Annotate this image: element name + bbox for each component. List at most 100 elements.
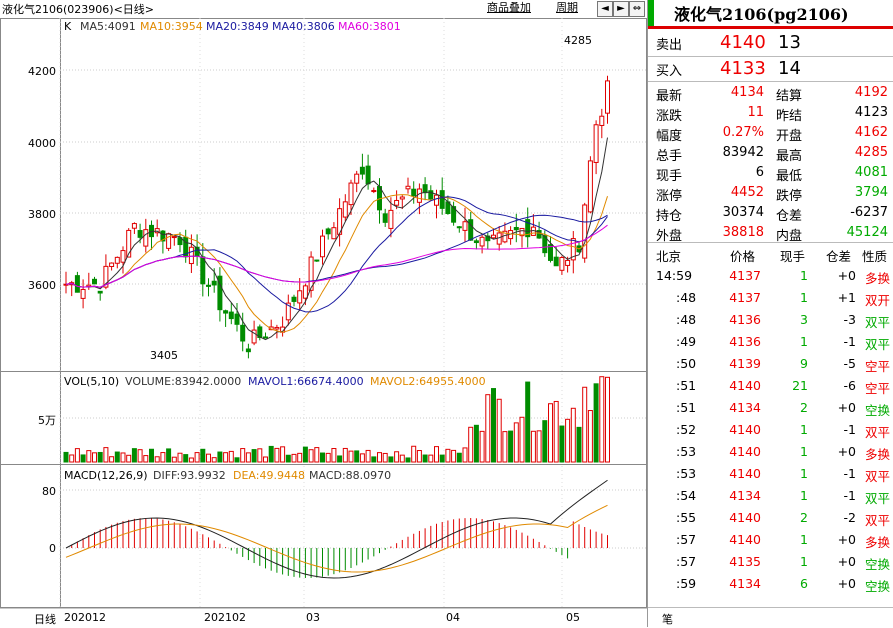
stat-row: 现手 6 最低 4081 [648, 163, 893, 184]
candle-body [354, 173, 360, 184]
tick-volume: 1 [800, 554, 808, 569]
candle-body [513, 227, 519, 231]
candle-body [382, 213, 388, 223]
volume-bar [103, 447, 109, 463]
vol-axis-label: 5万 [38, 414, 56, 427]
stat-value: 4452 [730, 185, 764, 200]
candle-body [416, 188, 422, 203]
tick-row[interactable]: 14:59 4137 1 +0 多换 [648, 265, 893, 287]
candle-body [587, 160, 593, 213]
stat-label: 持仓 [656, 209, 683, 224]
tick-row[interactable]: :51 4140 21 -6 空平 [648, 375, 893, 397]
volume-bar [280, 446, 286, 463]
stat-label: 仓差 [776, 209, 803, 224]
volume-bar [434, 446, 439, 463]
candle-body [297, 290, 303, 304]
macd-value: MACD:88.0970 [309, 469, 391, 482]
tick-type: 多换 [864, 447, 890, 462]
volume-bar [525, 381, 531, 463]
volume-bar [177, 452, 183, 463]
nav-right-icon[interactable]: ► [613, 1, 629, 17]
candle-body [399, 196, 405, 200]
quote-panel: 液化气2106(pg2106) 卖出 4140 13 买入 4133 14 最新… [647, 0, 893, 627]
candle-body [240, 324, 246, 342]
tick-time: :52 [676, 422, 697, 437]
tick-volume: 1 [800, 466, 808, 481]
buy-price: 4133 [720, 58, 766, 79]
stat-row: 幅度 0.27% 开盘 4162 [648, 123, 893, 144]
period-label[interactable]: 日线 [34, 611, 56, 627]
candle-body [171, 236, 177, 239]
volume-bar [605, 376, 610, 463]
tick-row[interactable]: :52 4140 1 -1 双平 [648, 419, 893, 441]
candle-body [188, 246, 194, 265]
tick-row[interactable]: :55 4140 2 -2 双平 [648, 507, 893, 529]
volume-bar [485, 394, 491, 463]
tick-volume: 2 [800, 510, 808, 525]
nav-left-icon[interactable]: ◄ [597, 1, 613, 17]
stat-label: 涨停 [656, 189, 683, 204]
tick-type: 双平 [864, 315, 890, 330]
tick-row[interactable]: :50 4139 9 -5 空平 [648, 353, 893, 375]
candle-body [388, 209, 394, 229]
candle-body [234, 313, 240, 325]
overlay-commodity-button[interactable]: 商品叠加 [484, 0, 534, 16]
stat-label: 最低 [776, 169, 803, 184]
tick-row[interactable]: :57 4140 1 +0 多换 [648, 529, 893, 551]
stat-value: 6 [755, 165, 764, 180]
tick-time: :57 [676, 532, 697, 547]
candle-body [434, 194, 439, 206]
tick-time: :48 [676, 312, 697, 327]
volume-bar [439, 454, 445, 463]
chart-canvas[interactable]: K MA5:4091 MA10:3954 MA20:3849 MA40:3806… [0, 18, 647, 608]
volume-bar [377, 452, 382, 463]
tick-type: 空换 [864, 579, 890, 594]
tick-oi-change: -2 [843, 510, 856, 525]
stat-value: 4162 [854, 125, 888, 140]
tick-price: 4134 [729, 488, 761, 503]
candle-body [605, 80, 610, 114]
tick-row[interactable]: :51 4134 2 +0 空换 [648, 397, 893, 419]
volume-bar [92, 452, 97, 463]
tick-time: :54 [676, 488, 697, 503]
volume-bar [331, 448, 337, 463]
volume-bar [479, 430, 485, 463]
volume-bar [462, 447, 468, 463]
candle-body [325, 228, 331, 235]
volume-bar [126, 454, 132, 463]
volume-bar [251, 449, 257, 463]
tick-row[interactable]: :57 4135 1 +0 空换 [648, 551, 893, 573]
tick-row[interactable]: :48 4137 1 +1 双开 [648, 287, 893, 309]
candle-body [274, 326, 280, 330]
volume-bar [468, 426, 474, 463]
tick-row[interactable]: :48 4136 3 -3 双平 [648, 309, 893, 331]
stat-label: 涨跌 [656, 109, 683, 124]
tick-row[interactable]: :49 4136 1 -1 双平 [648, 331, 893, 353]
tick-volume: 1 [800, 290, 808, 305]
volume-bar [74, 448, 80, 463]
candle-body [342, 201, 348, 218]
nav-zoom-icon[interactable]: ⇔ [629, 1, 645, 17]
volume-bar [120, 452, 126, 463]
candle-body [143, 229, 149, 247]
tick-time: :48 [676, 290, 697, 305]
tick-oi-change: +0 [837, 444, 856, 459]
price-tick-4000: 4000 [28, 137, 56, 150]
x-label-202012: 202012 [64, 611, 106, 624]
buy-row[interactable]: 买入 4133 14 [648, 58, 893, 82]
tick-row[interactable]: :54 4134 1 -1 双平 [648, 485, 893, 507]
volume-bar [149, 448, 154, 463]
period-button[interactable]: 周期 [553, 0, 581, 16]
candle-body [228, 311, 234, 320]
sell-row[interactable]: 卖出 4140 13 [648, 32, 893, 56]
volume-bar [245, 452, 251, 463]
tick-row[interactable]: :53 4140 1 -1 双平 [648, 463, 893, 485]
chart-title: 液化气2106(023906)<日线> [2, 3, 155, 16]
volume-bar [143, 455, 149, 463]
tab-trades[interactable]: 笔 [662, 611, 673, 627]
candle-body [314, 259, 320, 262]
stat-value: 3794 [854, 185, 888, 200]
tick-row[interactable]: :53 4140 1 +0 多换 [648, 441, 893, 463]
price-tick-4200: 4200 [28, 65, 56, 78]
tick-row[interactable]: :59 4134 6 +0 空换 [648, 573, 893, 595]
